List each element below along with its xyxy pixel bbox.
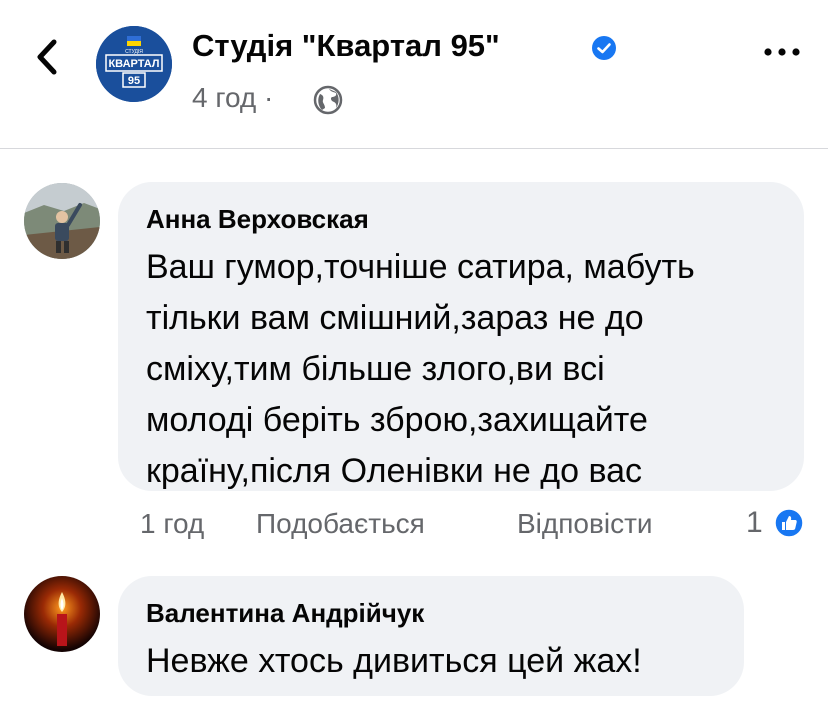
- kvartal-95-logo: СТУДІЯ КВАРТАЛ 95: [96, 26, 172, 102]
- like-button[interactable]: Подобається: [256, 508, 425, 540]
- comment-time[interactable]: 1 год: [140, 508, 204, 540]
- comment-text-line: сміху,тим більше злого,ви всі: [146, 350, 605, 388]
- svg-text:95: 95: [128, 75, 140, 87]
- comment-text-line: країну,після Оленівки не до вас: [146, 452, 643, 490]
- comment-author[interactable]: Анна Верховская: [146, 204, 369, 235]
- reply-button[interactable]: Відповісти: [517, 508, 653, 540]
- more-options-icon[interactable]: [760, 44, 804, 60]
- page-avatar[interactable]: СТУДІЯ КВАРТАЛ 95: [96, 26, 172, 102]
- comment-text-line: молоді беріть зброю,захищайте: [146, 401, 648, 439]
- header-divider: [0, 148, 828, 149]
- commenter-avatar[interactable]: [24, 576, 100, 652]
- back-chevron-icon[interactable]: [30, 36, 64, 78]
- post-time[interactable]: 4 год: [192, 82, 256, 113]
- comment-text-line: Невже хтось дивиться цей жах!: [146, 642, 642, 680]
- reaction-count[interactable]: 1: [746, 506, 763, 540]
- post-meta: 4 год ·: [192, 82, 273, 114]
- comment-text-line: Ваш гумор,точніше сатира, мабуть: [146, 248, 695, 286]
- globe-icon: [313, 85, 343, 115]
- post-header: СТУДІЯ КВАРТАЛ 95 Студія "Квартал 95" 4 …: [0, 0, 828, 148]
- like-reaction-icon: [774, 508, 804, 538]
- comment-text-line: тільки вам смішний,зараз не до: [146, 299, 644, 337]
- comment-author[interactable]: Валентина Андрійчук: [146, 598, 424, 629]
- meta-separator: ·: [264, 82, 274, 113]
- page-name[interactable]: Студія "Квартал 95": [192, 28, 500, 64]
- commenter-avatar[interactable]: [24, 183, 100, 259]
- svg-text:СТУДІЯ: СТУДІЯ: [125, 49, 143, 55]
- avatar-photo: [24, 183, 100, 259]
- svg-text:КВАРТАЛ: КВАРТАЛ: [108, 58, 159, 70]
- candle-avatar-photo: [24, 576, 100, 652]
- verified-badge-icon: [592, 36, 616, 60]
